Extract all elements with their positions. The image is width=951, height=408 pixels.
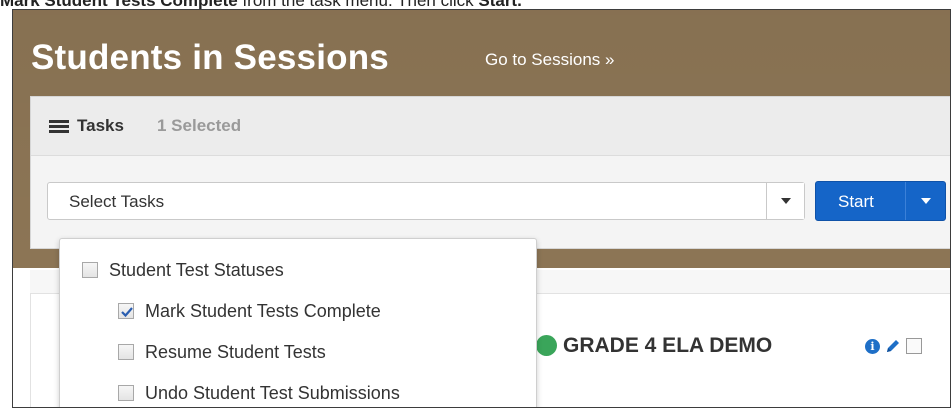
select-caret-button[interactable] [766,183,804,219]
pencil-icon[interactable] [884,337,902,355]
info-icon[interactable]: i [865,339,880,354]
start-button[interactable]: Start [815,181,946,221]
status-dot-icon [536,335,557,356]
session-checkbox[interactable] [906,338,922,354]
group-checkbox[interactable] [82,262,98,278]
menu-item-label: Mark Student Tests Complete [145,301,381,321]
menu-item-label: Resume Student Tests [145,342,326,362]
tasks-label: Tasks [77,116,124,135]
page-title: Students in Sessions [31,38,389,77]
tasks-header: Tasks 1 Selected [31,97,950,156]
checked-checkbox[interactable] [118,303,134,319]
chevron-down-icon [781,198,791,204]
session-title: GRADE 4 ELA DEMO [563,334,773,357]
menu-item-label: Undo Student Test Submissions [145,383,400,403]
selected-count: 1 Selected [157,116,242,135]
select-tasks-placeholder: Select Tasks [69,192,165,211]
select-tasks-dropdown[interactable]: Select Tasks [47,182,805,220]
tasks-panel: Tasks 1 Selected Select Tasks Start [30,96,950,249]
start-chevron-down-icon[interactable] [921,198,931,204]
checkbox[interactable] [118,344,134,360]
go-to-sessions-link[interactable]: Go to Sessions » [485,50,614,70]
checkbox[interactable] [118,385,134,401]
start-label: Start [838,192,874,211]
list-icon [49,120,69,134]
screenshot-frame: Students in Sessions Go to Sessions » Ta… [12,9,951,408]
menu-group-label: Student Test Statuses [109,260,284,280]
start-divider [905,182,906,220]
tasks-dropdown-menu: Student Test Statuses Mark Student Tests… [59,238,537,407]
